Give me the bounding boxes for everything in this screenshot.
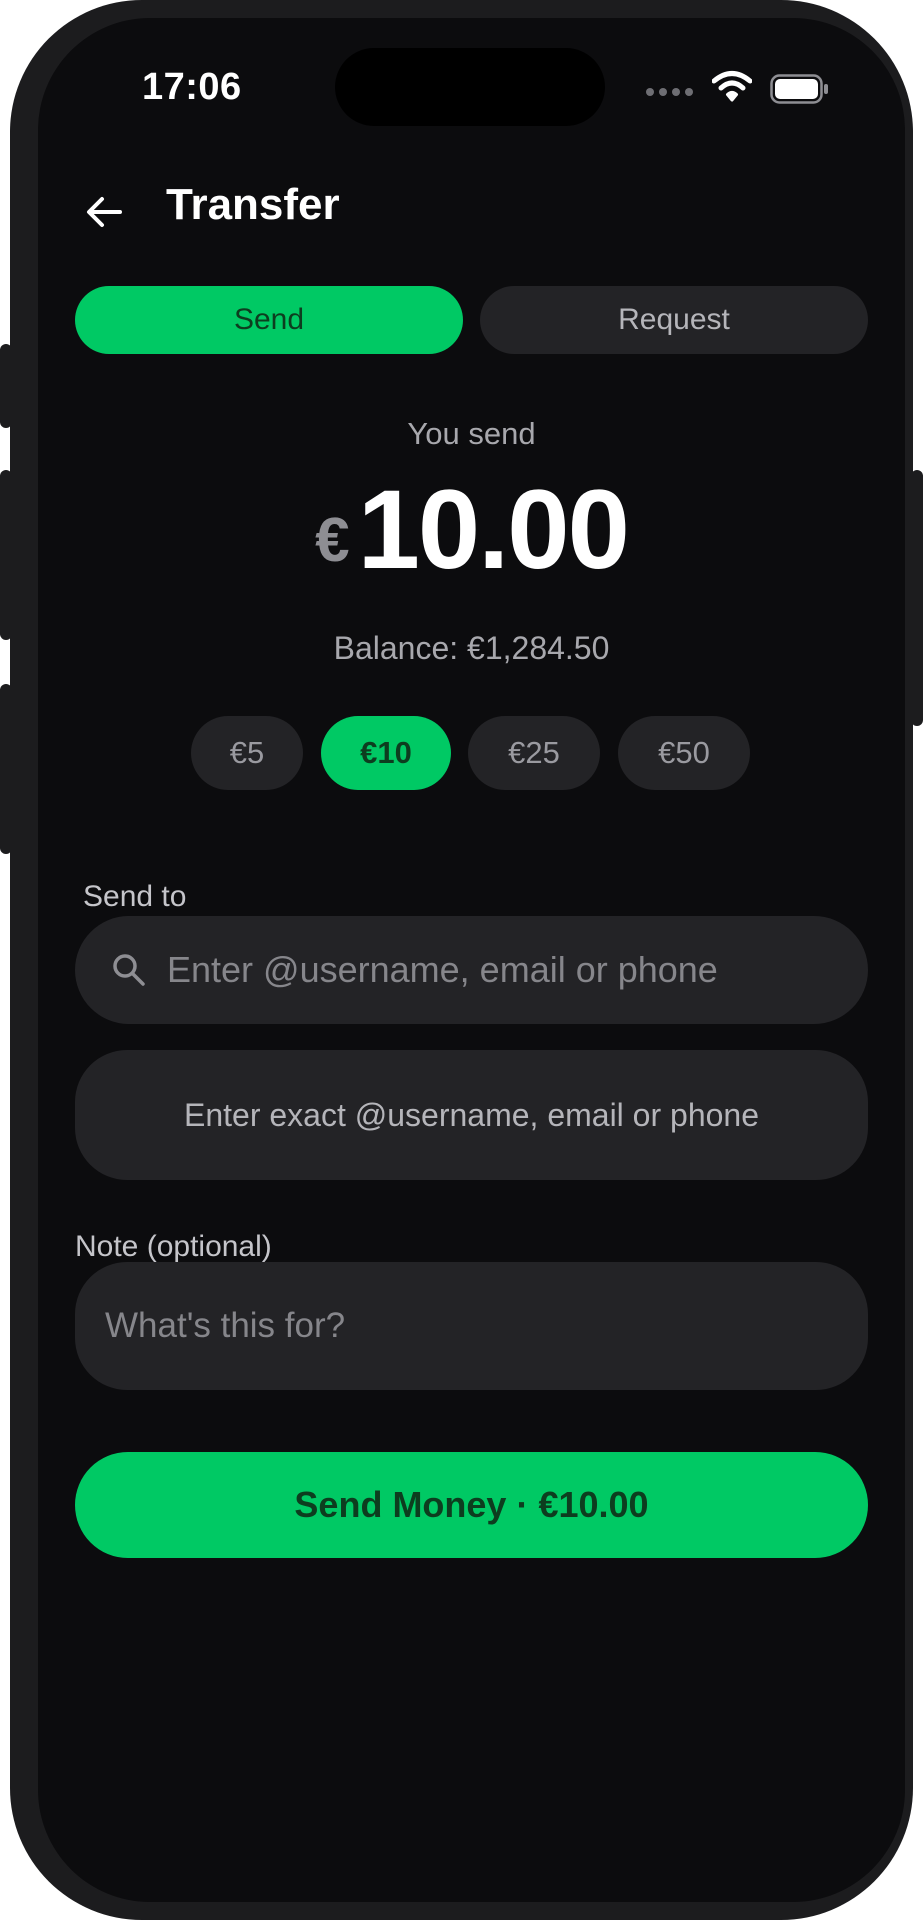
status-indicators xyxy=(646,70,836,110)
signal-dots-icon xyxy=(646,88,693,96)
dynamic-island xyxy=(335,48,605,126)
send-to-label: Send to xyxy=(83,880,187,913)
currency-symbol: € xyxy=(315,506,350,575)
status-time: 17:06 xyxy=(142,66,242,108)
back-arrow-icon[interactable] xyxy=(82,190,126,234)
quick-amount-50[interactable]: €50 xyxy=(618,716,750,790)
search-icon xyxy=(113,954,145,986)
send-money-button[interactable]: Send Money · €10.00 xyxy=(75,1452,868,1558)
recipient-search-field[interactable] xyxy=(75,916,868,1024)
note-field[interactable] xyxy=(75,1262,868,1390)
balance-text: Balance: €1,284.50 xyxy=(333,630,610,666)
note-input[interactable] xyxy=(105,1306,868,1346)
volume-up-button xyxy=(0,470,12,640)
recipient-search-input[interactable] xyxy=(167,949,868,991)
power-button xyxy=(911,470,923,726)
note-label: Note (optional) xyxy=(75,1230,272,1263)
quick-amount-10[interactable]: €10 xyxy=(321,716,451,790)
tab-request[interactable]: Request xyxy=(480,286,868,354)
recipient-exact-input[interactable] xyxy=(75,1096,868,1134)
amount-value: 10.00 xyxy=(357,467,630,592)
wifi-icon xyxy=(712,71,752,102)
tab-send[interactable]: Send xyxy=(75,286,463,354)
amount-caption: You send xyxy=(407,416,536,451)
battery-icon xyxy=(770,74,828,104)
quick-amount-25[interactable]: €25 xyxy=(468,716,600,790)
volume-down-button xyxy=(0,684,12,854)
screen: 17:06 Transfer Send Request You send € 1… xyxy=(38,18,905,1902)
quick-amount-5[interactable]: €5 xyxy=(191,716,303,790)
phone-frame: 17:06 Transfer Send Request You send € 1… xyxy=(10,0,913,1920)
amount-display[interactable]: € 10.00 xyxy=(38,474,905,586)
recipient-exact-field[interactable] xyxy=(75,1050,868,1180)
action-button xyxy=(0,344,12,428)
page-title: Transfer xyxy=(166,180,340,229)
